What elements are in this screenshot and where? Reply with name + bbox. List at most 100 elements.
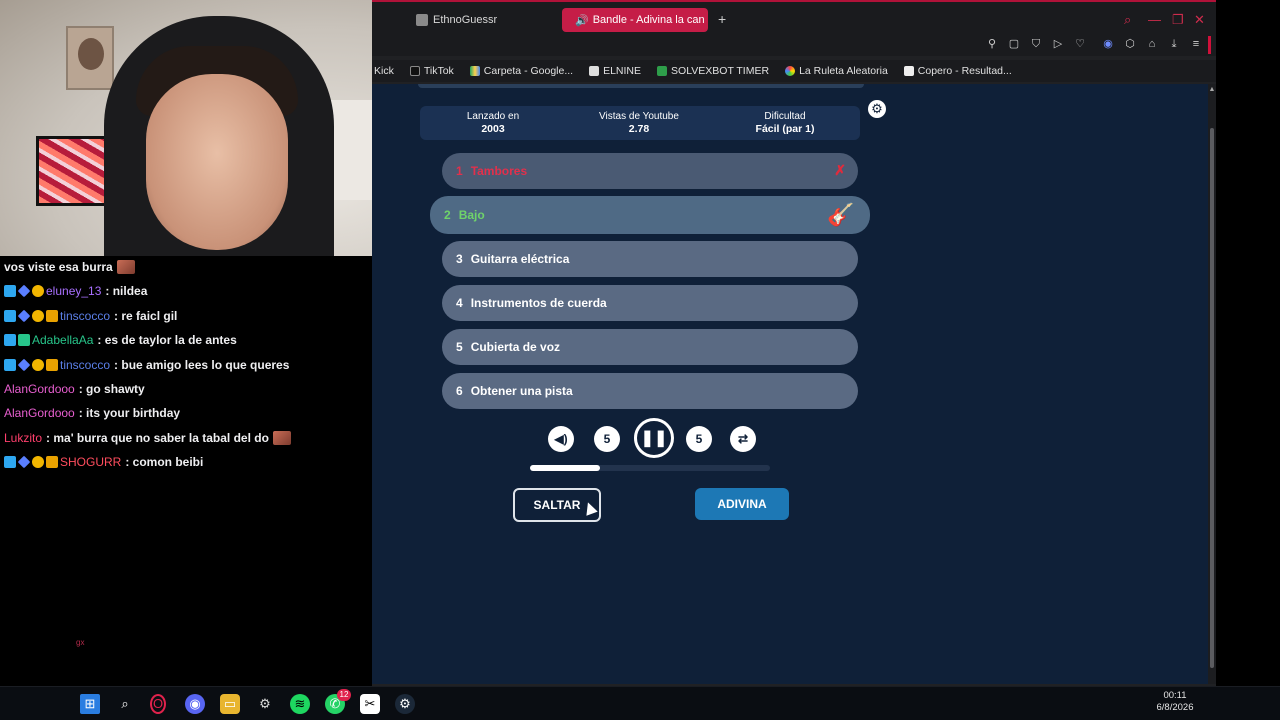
scroll-up-icon[interactable]: ▲	[1208, 86, 1216, 93]
info-difficulty: Dificultad Fácil (par 1)	[725, 111, 845, 136]
playback-progress-fill	[530, 465, 600, 471]
maximize-icon[interactable]: ❐	[1172, 12, 1184, 28]
menu-icon[interactable]: ≡	[1190, 38, 1202, 50]
chat-badge-icon	[17, 455, 31, 469]
system-clock[interactable]: 00:11 6/8/2026	[1150, 690, 1200, 714]
chat-username[interactable]: AlanGordooo	[4, 406, 75, 420]
hint-number: 4	[456, 296, 463, 310]
chat-username[interactable]: tinscocco	[60, 358, 110, 372]
forward-seconds: 5	[695, 432, 703, 446]
wrong-x-icon: ✗	[834, 162, 846, 178]
search-icon[interactable]: ⌕	[1124, 12, 1131, 28]
bookmark-solvexbot[interactable]: SOLVEXBOT TIMER	[657, 65, 769, 77]
bookmark-tiktok[interactable]: TikTok	[409, 65, 454, 77]
bookmark-label: TikTok	[423, 65, 454, 77]
account-icon[interactable]: ⌂	[1146, 38, 1158, 50]
windows-start-icon[interactable]: ⊞	[80, 694, 100, 714]
webcam-feed	[0, 0, 372, 256]
minimize-icon[interactable]: —	[1148, 12, 1161, 27]
chat-message: AdabellaAa: es de taylor la de antes	[4, 333, 237, 347]
bookmark-ruleta[interactable]: La Ruleta Aleatoria	[785, 65, 888, 77]
bookmark-label: Copero - Resultad...	[917, 65, 1012, 77]
chat-badge-icon	[46, 358, 58, 371]
previous-row-fragment	[418, 84, 864, 88]
chat-message: tinscocco: re faicl gil	[4, 309, 177, 323]
info-youtube-views: Vistas de Youtube 2.78	[579, 111, 699, 136]
bookmark-kick[interactable]: Kick	[374, 65, 394, 77]
shield-icon[interactable]: ⛉	[1030, 38, 1042, 50]
ethnoguessr-favicon	[416, 14, 428, 26]
hint-row-6[interactable]: 6 Obtener una pista	[442, 373, 858, 409]
bookmark-google-drive[interactable]: Carpeta - Google...	[469, 65, 573, 77]
steam-icon[interactable]: ⚙	[395, 694, 415, 714]
chat-username[interactable]: tinscocco	[60, 309, 110, 323]
chat-badge-icon	[32, 285, 44, 298]
chat-message: AlanGordooo: go shawty	[4, 382, 145, 396]
hint-row-3: 3 Guitarra eléctrica	[442, 241, 858, 277]
tab-label: Bandle - Adivina la can	[592, 14, 705, 26]
chat-emote-icon	[272, 430, 291, 445]
info-value: 2003	[481, 123, 505, 135]
loop-off-icon[interactable]: ⇄	[730, 426, 756, 452]
chat-username[interactable]: SHOGURR	[60, 455, 121, 469]
rewind-5-button[interactable]: 5	[594, 426, 620, 452]
playback-progress-bar[interactable]	[530, 465, 770, 471]
file-explorer-icon[interactable]: ▭	[220, 694, 240, 714]
chat-text: : comon beibi	[125, 455, 204, 470]
close-icon[interactable]: ✕	[1194, 12, 1205, 28]
chat-message: AlanGordooo: its your birthday	[4, 406, 180, 420]
chat-badge-icon	[46, 309, 58, 322]
chat-badge-icon	[46, 456, 58, 469]
bookmark-copero[interactable]: Copero - Resultad...	[903, 65, 1012, 77]
background-monitor	[36, 136, 110, 206]
info-label: Vistas de Youtube	[599, 111, 679, 122]
chat-badge-icon	[18, 334, 30, 347]
chat-emote-icon	[116, 260, 135, 274]
capcut-icon[interactable]: ✂	[360, 694, 380, 714]
tab-bandle[interactable]: 🔊 Bandle - Adivina la can	[562, 8, 708, 32]
info-release: Lanzado en 2003	[433, 111, 553, 136]
extensions-icon[interactable]: ⬡	[1124, 38, 1136, 50]
settings-gear-icon[interactable]: ⚙	[868, 100, 886, 118]
bookmark-label: SOLVEXBOT TIMER	[671, 65, 770, 77]
copero-icon	[903, 66, 914, 76]
scrollbar-thumb[interactable]	[1210, 128, 1214, 668]
tab-ethnoguessr[interactable]: EthnoGuessr	[408, 8, 548, 32]
hint-label: Guitarra eléctrica	[470, 252, 570, 266]
heart-icon[interactable]: ♡	[1074, 38, 1086, 50]
discord-icon[interactable]: ◉	[185, 694, 205, 714]
forward-5-button[interactable]: 5	[686, 426, 712, 452]
chat-text: : nildea	[105, 284, 148, 299]
clock-date: 6/8/2026	[1156, 702, 1194, 713]
snapshot-icon[interactable]: ▢	[1008, 38, 1020, 50]
play-icon[interactable]: ▷	[1052, 38, 1064, 50]
spotify-icon[interactable]: ≋	[290, 694, 310, 714]
pause-button[interactable]: ❚❚	[634, 418, 674, 458]
guess-button[interactable]: ADIVINA	[695, 488, 789, 520]
hint-number: 6	[456, 384, 463, 398]
chat-username[interactable]: Lukzito	[4, 431, 42, 445]
opera-gx-icon[interactable]: O	[150, 694, 166, 714]
download-icon[interactable]: ⤓	[1168, 38, 1180, 50]
chat-badge-icon	[4, 358, 16, 371]
chat-username[interactable]: AdabellaAa	[32, 333, 93, 347]
chat-text: : ma' burra que no saber la tabal del do	[46, 430, 269, 445]
ruleta-icon	[785, 66, 796, 76]
hint-label: Cubierta de voz	[470, 340, 561, 354]
chat-username[interactable]: eluney_13	[46, 284, 101, 298]
new-tab-button[interactable]: +	[718, 11, 726, 27]
hint-label: Tambores	[470, 164, 528, 178]
search-icon[interactable]: ⌕	[115, 694, 135, 714]
volume-icon[interactable]: ◀)	[548, 426, 574, 452]
bookmark-elnine[interactable]: ELNINE	[589, 65, 641, 77]
elnine-icon	[589, 66, 600, 76]
tiktok-icon	[409, 66, 420, 76]
hint-number: 3	[456, 252, 463, 266]
settings-app-icon[interactable]: ⚙	[255, 694, 275, 714]
tab-label: EthnoGuessr	[433, 14, 498, 26]
chat-username[interactable]: AlanGordooo	[4, 382, 75, 396]
hint-row-5: 5 Cubierta de voz	[442, 329, 858, 365]
pin-icon[interactable]: ⚲	[986, 38, 998, 50]
audio-icon[interactable]: ◉	[1102, 38, 1114, 50]
page-scrollbar[interactable]: ▲	[1208, 84, 1216, 684]
